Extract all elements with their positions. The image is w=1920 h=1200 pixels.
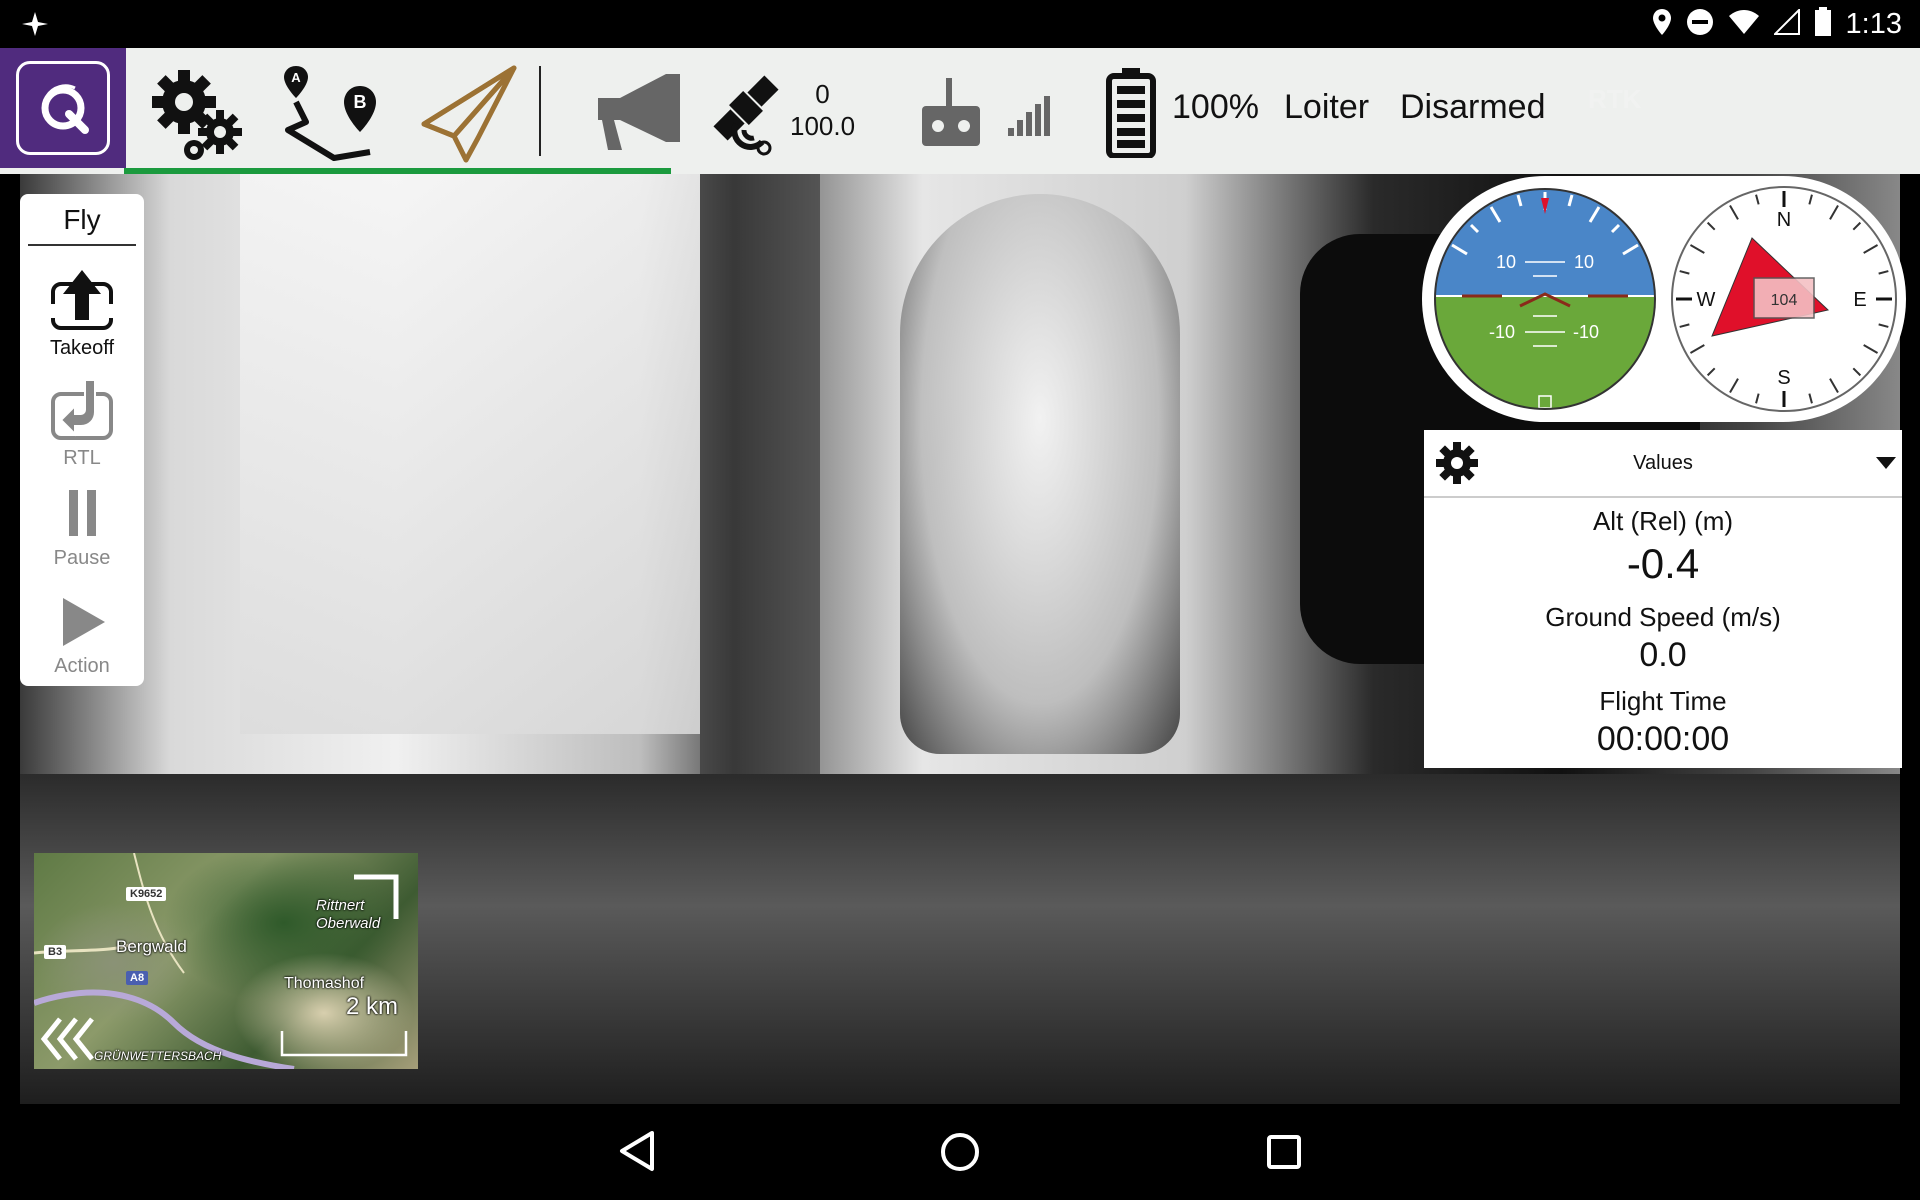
pause-icon (69, 490, 96, 536)
video-scene-person (900, 194, 1180, 754)
takeoff-label: Takeoff (49, 337, 115, 359)
fly-panel-title: Fly (63, 204, 101, 235)
map-place-thomashof: Thomashof (284, 975, 365, 992)
fly-panel-divider (28, 244, 136, 246)
compass-indicator: N S E W 104 (1671, 186, 1897, 412)
pause-button[interactable]: Pause (20, 488, 144, 570)
toolbar-divider (539, 66, 541, 156)
compass-east: E (1853, 289, 1866, 311)
arm-state[interactable]: Disarmed (1400, 88, 1545, 127)
clock: 1:13 (1845, 7, 1902, 40)
video-scene-window (240, 174, 700, 734)
svg-text:B: B (354, 92, 367, 112)
expand-map-icon[interactable] (352, 873, 400, 926)
do-not-disturb-icon (1686, 8, 1714, 41)
video-scene-shelf (700, 174, 820, 874)
flight-mode-selector[interactable]: Loiter (1284, 88, 1369, 127)
home-button-icon[interactable] (940, 1132, 980, 1177)
chevron-down-icon[interactable] (1876, 456, 1896, 474)
alt-rel-label: Alt (Rel) (m) (1592, 506, 1734, 536)
location-icon (1652, 8, 1672, 41)
action-button[interactable]: Action (20, 596, 144, 678)
plan-route-icon[interactable]: A B (282, 62, 382, 167)
road-shield-k9652: K9652 (126, 887, 167, 901)
battery-percent: 100% (1172, 88, 1259, 126)
qgc-logo-icon[interactable] (0, 48, 126, 168)
pause-label: Pause (53, 547, 111, 569)
values-header[interactable]: Values (1424, 430, 1902, 498)
values-panel: Values Alt (Rel) (m) -0.4 Ground Speed (… (1424, 430, 1902, 768)
instrument-panel[interactable]: 10 10 -10 -10 N S E W 104 (1422, 176, 1906, 422)
status-bar: 1:13 (0, 0, 1920, 48)
road-shield-a8: A8 (126, 971, 149, 985)
rtl-icon (51, 379, 113, 440)
gps-satellite-icon[interactable] (706, 68, 786, 163)
android-nav-bar (0, 1104, 1920, 1200)
alt-rel-value: -0.4 (1626, 540, 1700, 587)
flight-time-value: 00:00:00 (1596, 720, 1730, 758)
flight-time-label: Flight Time (1599, 686, 1727, 716)
megaphone-icon[interactable] (596, 70, 682, 159)
pitch-label-upper-right: 10 (1574, 252, 1594, 272)
ground-speed-value: 0.0 (1639, 636, 1687, 674)
wifi-icon (1728, 9, 1760, 40)
svg-text:A: A (291, 70, 301, 85)
play-icon (63, 598, 105, 646)
pitch-label-upper-left: 10 (1496, 252, 1516, 272)
battery-icon[interactable] (1106, 68, 1156, 163)
compass-west: W (1697, 289, 1716, 311)
fly-paper-plane-icon[interactable] (420, 64, 520, 169)
heading-value: 104 (1771, 292, 1798, 309)
attitude-indicator: 10 10 -10 -10 (1434, 188, 1656, 410)
rtk-indicator: RTK (1588, 84, 1642, 114)
settings-gears-icon[interactable] (150, 68, 246, 165)
mini-map[interactable]: K9652 B3 A8 Bergwald Rittnert Oberwald T… (34, 853, 418, 1069)
map-scale-label: 2 km (346, 993, 399, 1020)
rtl-button[interactable]: RTL (20, 378, 144, 470)
battery-icon (1814, 6, 1832, 42)
signal-strength-icon (1008, 94, 1052, 141)
ground-speed-label: Ground Speed (m/s) (1545, 602, 1781, 632)
takeoff-icon (49, 270, 115, 330)
pitch-label-lower-right: -10 (1573, 322, 1599, 342)
fly-tool-panel: Fly Takeoff RTL Pause Action (20, 194, 144, 686)
app-notification-icon (20, 10, 50, 43)
collapse-map-icon[interactable] (38, 1017, 100, 1066)
takeoff-button[interactable]: Takeoff (20, 268, 144, 360)
back-button-icon[interactable] (618, 1130, 656, 1177)
road-shield-b3: B3 (44, 945, 67, 959)
map-scale-bar (280, 1031, 408, 1057)
compass-north: N (1777, 209, 1791, 231)
map-place-gruenwettersbach: GRÜNWETTERSBACH (94, 1049, 222, 1063)
values-title: Values (1633, 452, 1693, 474)
compass-south: S (1777, 367, 1790, 389)
gps-satellite-count: 0 (815, 79, 830, 109)
recents-button-icon[interactable] (1266, 1134, 1302, 1175)
gps-readout: 0 100.0 (790, 78, 855, 142)
rtl-label: RTL (63, 447, 101, 469)
cellular-icon (1772, 7, 1800, 40)
rc-transmitter-icon[interactable] (920, 78, 982, 153)
main-toolbar: A B 0 100.0 100% Loiter Disarmed RTK (0, 48, 1920, 174)
pitch-label-lower-left: -10 (1489, 322, 1515, 342)
gps-hdop: 100.0 (790, 111, 856, 141)
action-label: Action (54, 655, 110, 677)
map-place-bergwald: Bergwald (116, 937, 187, 956)
